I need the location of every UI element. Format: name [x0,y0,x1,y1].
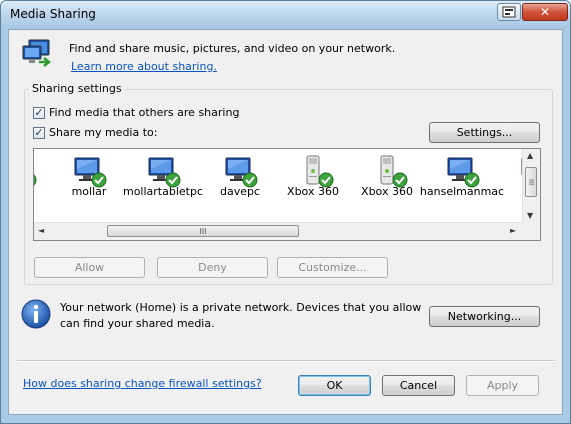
vertical-thumb-grip: III [527,178,535,186]
sharing-settings-label: Sharing settings [29,82,125,95]
check-mark-icon: ✓ [34,125,44,139]
vertical-scroll-thumb[interactable]: III [525,167,537,197]
customize-button[interactable]: Customize... [277,257,388,278]
networking-button[interactable]: Networking... [429,306,540,327]
share-media-checkbox[interactable]: ✓ [33,125,45,139]
find-media-option[interactable]: ✓ Find media that others are sharing [33,106,239,119]
find-media-checkbox[interactable]: ✓ [33,105,45,119]
settings-button[interactable]: Settings... [429,122,540,143]
dialog-client-area: Find and share music, pictures, and vide… [8,29,563,415]
window-title: Media Sharing [10,7,96,21]
horizontal-scrollbar[interactable]: ◄ III ► [34,222,524,240]
media-sharing-window: Media Sharing ✕ Find and share music, pi… [0,0,571,424]
apply-button[interactable]: Apply [466,375,539,396]
scroll-down-icon[interactable]: ▼ [527,211,533,220]
horizontal-scroll-thumb[interactable]: III [107,225,299,237]
firewall-help-link[interactable]: How does sharing change firewall setting… [23,377,262,390]
window-menu-icon [502,6,516,18]
share-media-label: Share my media to: [49,126,158,139]
scroll-right-icon[interactable]: ► [510,226,516,235]
horizontal-thumb-grip: III [199,226,207,236]
device-list[interactable]: pcmollarmollartabletpcdavepcXbox 360Xbox… [33,148,541,241]
ok-button[interactable]: OK [298,375,371,396]
header-description: Find and share music, pictures, and vide… [69,42,396,55]
close-button[interactable]: ✕ [522,3,568,21]
deny-button[interactable]: Deny [157,257,268,278]
info-icon [21,299,51,329]
window-menu-button[interactable] [497,3,521,21]
find-media-label: Find media that others are sharing [49,106,240,119]
check-mark-icon: ✓ [34,105,44,119]
close-icon: ✕ [539,5,551,19]
scroll-up-icon[interactable]: ▲ [527,151,533,160]
scrollbar-corner [523,223,540,240]
title-bar[interactable]: Media Sharing ✕ [1,1,570,29]
scroll-left-icon[interactable]: ◄ [38,226,44,235]
media-sharing-icon [22,39,52,67]
allow-button[interactable]: Allow [34,257,145,278]
network-info-text: Your network (Home) is a private network… [60,301,422,330]
vertical-scrollbar[interactable]: ▲ III ▼ [522,149,540,224]
footer-divider [17,360,555,362]
cancel-button[interactable]: Cancel [382,375,455,396]
share-media-option[interactable]: ✓ Share my media to: [33,126,157,139]
learn-more-link[interactable]: Learn more about sharing. [71,60,217,73]
